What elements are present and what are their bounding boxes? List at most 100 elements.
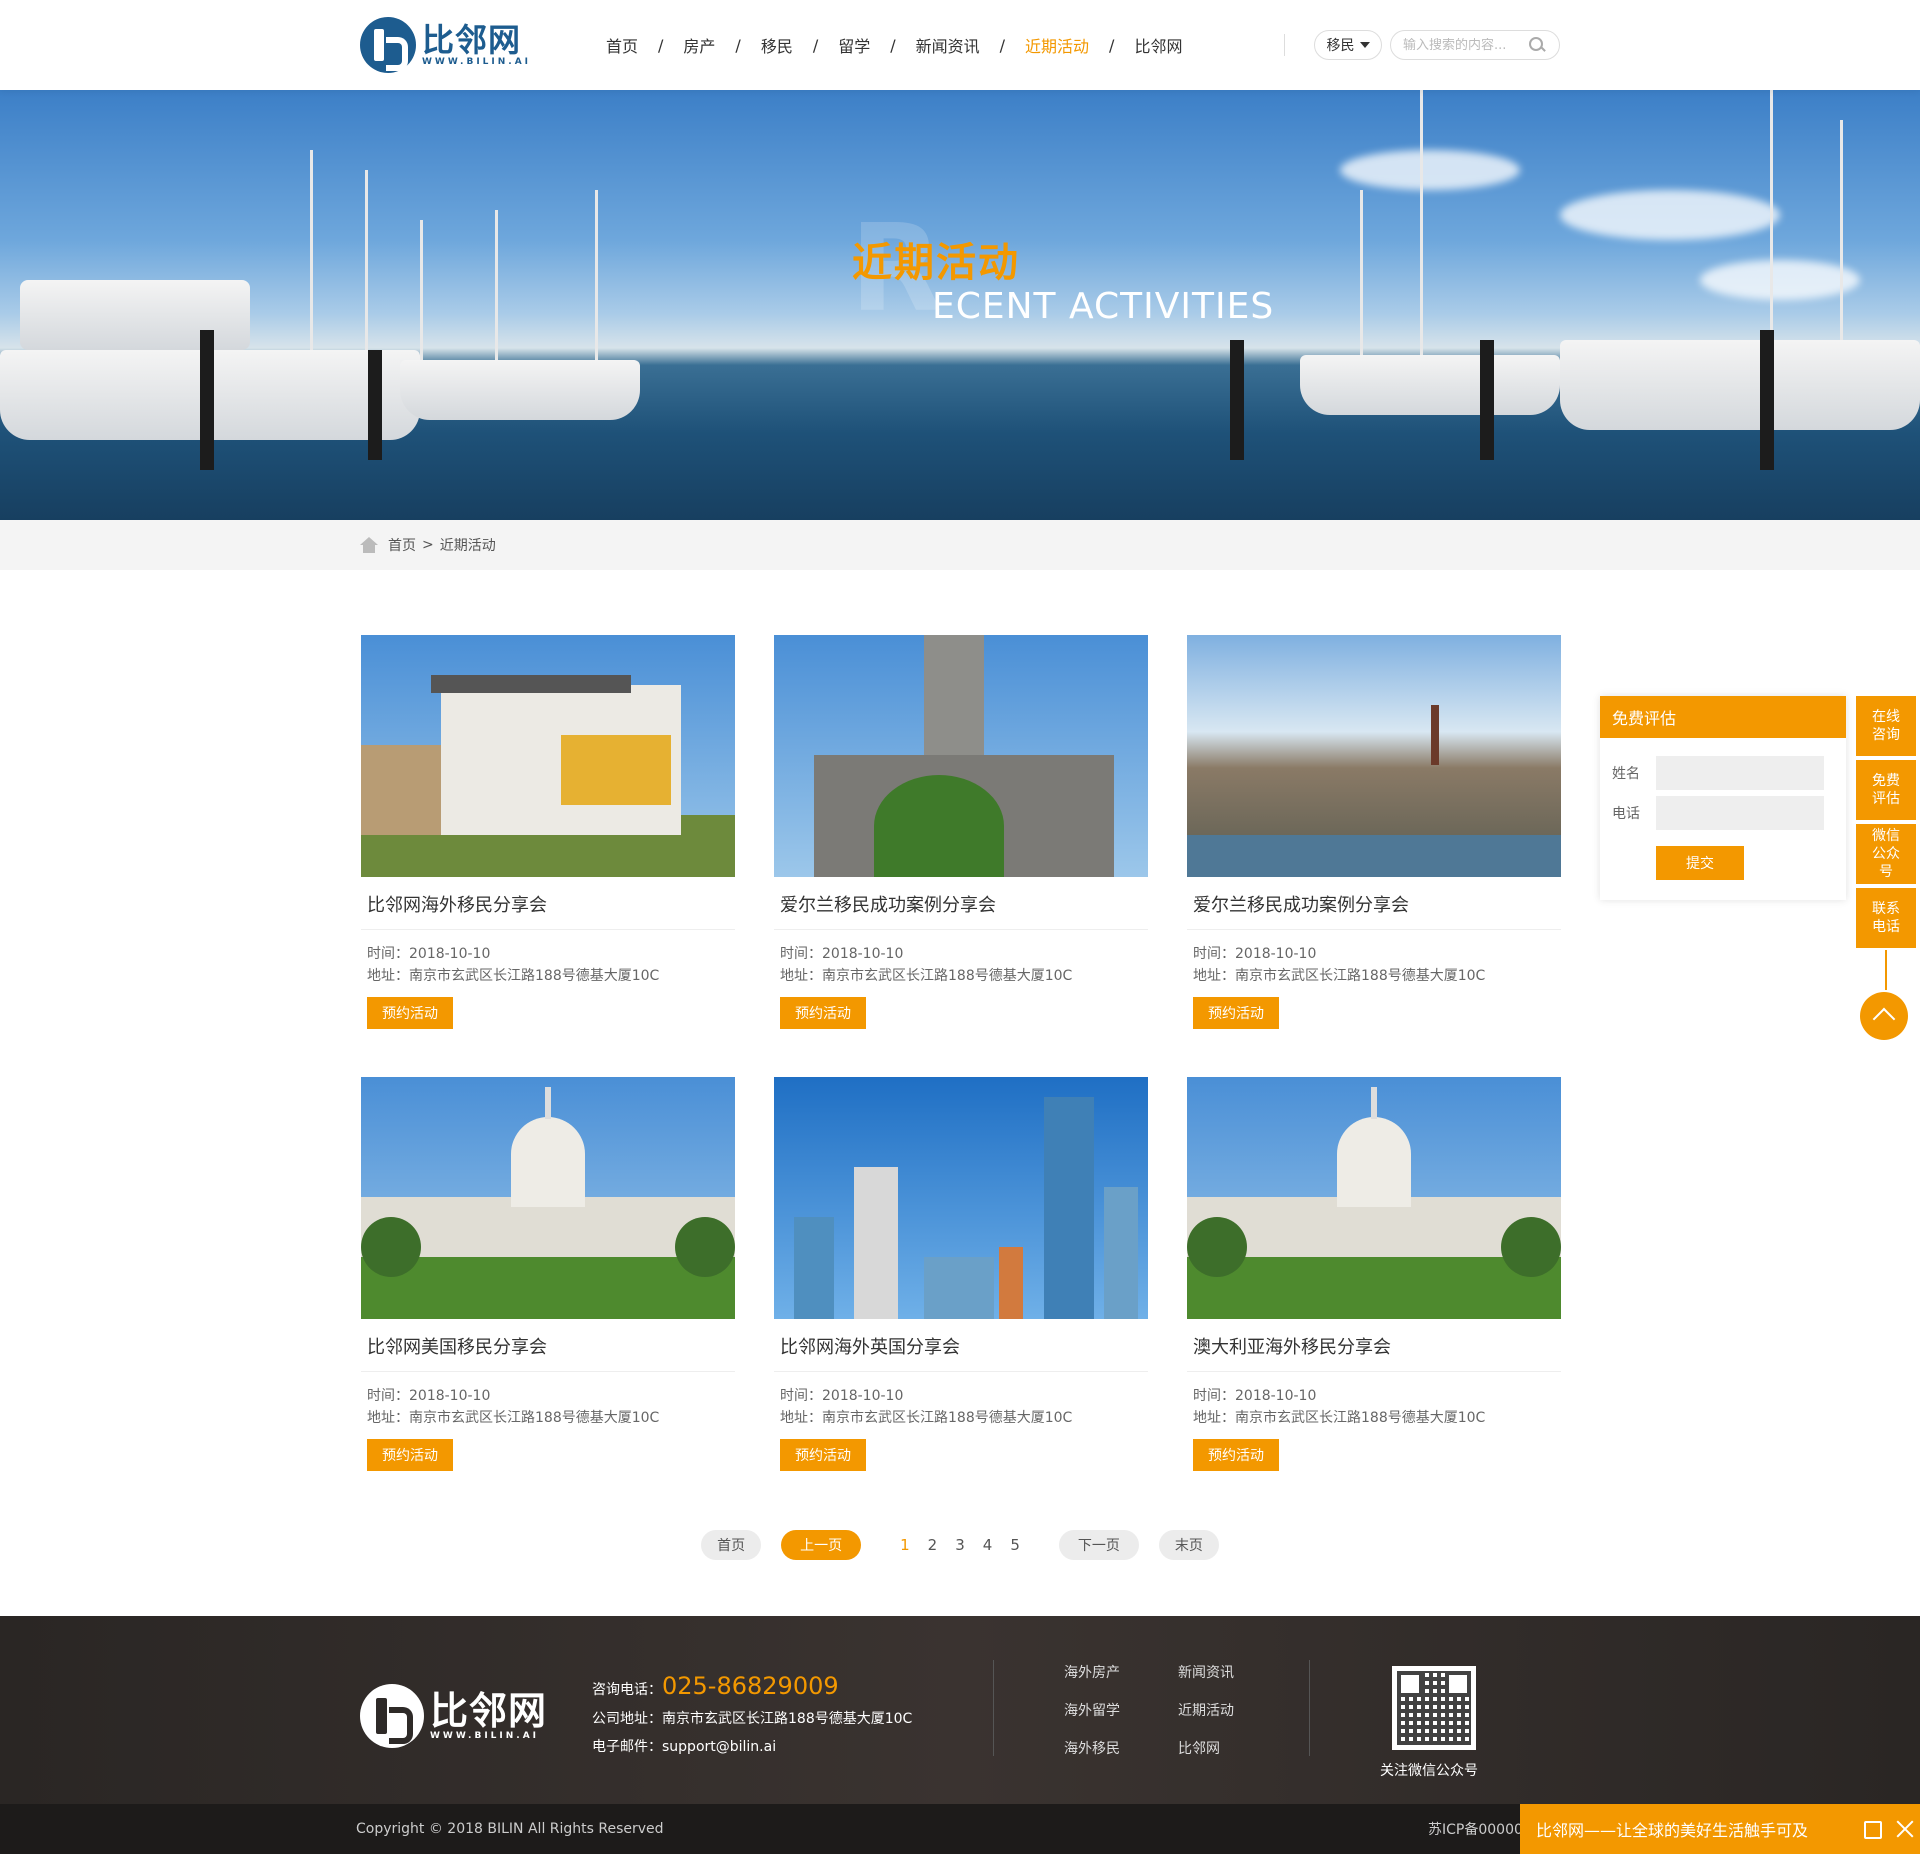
pagination-page-1[interactable]: 1 [900,1536,910,1554]
close-icon[interactable] [1894,1818,1916,1840]
event-title[interactable]: 比邻网海外英国分享会 [780,1333,960,1359]
pagination-page-3[interactable]: 3 [955,1536,965,1554]
nav-separator: / [1109,35,1115,55]
footer-link-4[interactable]: 海外移民 [1064,1738,1178,1758]
event-time: 时间：2018-10-10 [1193,1388,1317,1404]
footer-link-2[interactable]: 海外留学 [1064,1700,1178,1720]
event-title[interactable]: 比邻网美国移民分享会 [367,1333,547,1359]
nav-item-3[interactable]: 留学 [822,33,886,57]
event-card[interactable]: 比邻网海外移民分享会 时间：2018-10-10 地址：南京市玄武区长江路188号德… [361,635,735,1045]
nav-item-0[interactable]: 首页 [590,33,654,57]
book-event-button[interactable]: 预约活动 [367,1439,453,1471]
name-label: 姓名 [1612,766,1640,782]
footer-logo-url: WWW.BILIN.AI [430,1731,540,1741]
footer-phone-label: 咨询电话： [592,1682,662,1698]
event-image[interactable] [774,635,1148,877]
event-address: 地址：南京市玄武区长江路188号德基大厦10C [367,968,660,984]
breadcrumb-bar: 首页 > 近期活动 [0,520,1920,570]
breadcrumb-current: 近期活动 [439,538,496,554]
banner-title: 近期活动 [852,240,1020,286]
event-time: 时间：2018-10-10 [1193,946,1317,962]
breadcrumb: 首页 > 近期活动 [360,520,496,570]
nav-separator: / [658,35,664,55]
pagination-pages: 12345 [891,1536,1029,1554]
back-to-top-icon[interactable] [1860,992,1908,1040]
event-image[interactable] [361,635,735,877]
event-card[interactable]: 爱尔兰移民成功案例分享会时间：2018-10-10 地址：南京市玄武区长江路188… [1187,635,1561,1045]
footer-contact: 咨询电话：025-86829009 公司地址：南京市玄武区长江路188号德基大厦… [592,1672,912,1764]
event-card[interactable]: 比邻网海外英国分享会时间：2018-10-10 地址：南京市玄武区长江路188号德… [774,1077,1148,1487]
breadcrumb-home[interactable]: 首页 [388,535,416,555]
event-address: 地址：南京市玄武区长江路188号德基大厦10C [780,968,1073,984]
footer-link-0[interactable]: 海外房产 [1064,1662,1178,1682]
nav-item-5[interactable]: 近期活动 [1009,33,1105,57]
pagination-page-4[interactable]: 4 [983,1536,993,1554]
card-divider [1187,1371,1561,1372]
search-icon[interactable] [1529,37,1545,53]
pagination-next[interactable]: 下一页 [1058,1530,1139,1560]
event-image[interactable] [1187,1077,1561,1319]
qr-caption: 关注微信公众号 [1380,1763,1478,1779]
logo-url: WWW.BILIN.AI [422,57,532,67]
icp-number: 苏ICP备00000 [1428,1822,1520,1838]
side-connector [1885,950,1887,990]
nav-item-6[interactable]: 比邻网 [1118,33,1198,57]
event-title[interactable]: 比邻网海外移民分享会 [367,891,547,917]
event-title[interactable]: 爱尔兰移民成功案例分享会 [780,891,996,917]
pagination-first[interactable]: 首页 [701,1530,762,1560]
side-tab-1[interactable]: 免费评估 [1856,760,1916,820]
event-title[interactable]: 澳大利亚海外移民分享会 [1193,1333,1391,1359]
site-header: 比邻网 WWW.BILIN.AI 首页 / 房产 / 移民 / 留学 / 新闻资讯 / 近期活动 / 比… [0,0,1920,90]
eval-submit-button[interactable]: 提交 [1656,846,1744,880]
phone-field[interactable] [1656,796,1824,830]
event-card[interactable]: 澳大利亚海外移民分享会 时间：2018-10-10 地址：南京市玄武区长江路188号… [1187,1077,1561,1487]
pagination: 首页 上一页 12345 下一页 末页 [0,1528,1920,1562]
event-image[interactable] [774,1077,1148,1319]
pagination-last[interactable]: 末页 [1158,1530,1219,1560]
nav-item-1[interactable]: 房产 [667,33,731,57]
nav-separator: / [890,35,896,55]
card-divider [774,1371,1148,1372]
book-event-button[interactable]: 预约活动 [367,997,453,1029]
footer-logo-icon [360,1684,424,1748]
book-event-button[interactable]: 预约活动 [780,1439,866,1471]
footer-logo[interactable]: 比邻网 WWW.BILIN.AI [360,1684,547,1748]
event-image[interactable] [361,1077,735,1319]
nav-divider [1284,34,1285,56]
phone-label: 电话 [1612,806,1640,822]
event-address: 地址：南京市玄武区长江路188号德基大厦10C [1193,968,1486,984]
pagination-prev[interactable]: 上一页 [781,1530,862,1560]
site-logo[interactable]: 比邻网 WWW.BILIN.AI [360,16,528,74]
nav-item-4[interactable]: 新闻资讯 [900,33,996,57]
pagination-page-5[interactable]: 5 [1010,1536,1020,1554]
qr-code-icon [1397,1671,1471,1745]
side-tab-0[interactable]: 在线咨询 [1856,696,1916,756]
event-card[interactable]: 爱尔兰移民成功案例分享会 时间：2018-10-10 地址：南京市玄武区长江路188… [774,635,1148,1045]
copyright-text: Copyright © 2018 BILIN All Rights Reserv… [356,1821,664,1837]
side-tab-3[interactable]: 联系电话 [1856,888,1916,948]
event-address: 地址：南京市玄武区长江路188号德基大厦10C [780,1410,1073,1426]
footer-link-1[interactable]: 新闻资讯 [1178,1662,1258,1682]
book-event-button[interactable]: 预约活动 [780,997,866,1029]
search-category-select[interactable]: 移民 [1314,30,1382,60]
name-field[interactable] [1656,756,1824,790]
event-image[interactable] [1187,635,1561,877]
search-box [1390,30,1560,60]
footer-link-3[interactable]: 近期活动 [1178,1700,1258,1720]
event-time: 时间：2018-10-10 [780,1388,904,1404]
wechat-qr-code [1392,1666,1476,1750]
caret-down-icon [1359,42,1370,48]
footer-link-5[interactable]: 比邻网 [1178,1738,1258,1758]
side-toolbar: 在线咨询 免费评估 微信公众号 联系电话 [1856,696,1916,952]
pagination-page-2[interactable]: 2 [928,1536,938,1554]
search-input[interactable] [1403,37,1523,53]
card-divider [774,929,1148,930]
nav-item-2[interactable]: 移民 [745,33,809,57]
expand-icon[interactable] [1864,1821,1882,1839]
event-card[interactable]: 比邻网美国移民分享会 时间：2018-10-10 地址：南京市玄武区长江路188号德… [361,1077,735,1487]
event-time: 时间：2018-10-10 [367,1388,491,1404]
side-tab-2[interactable]: 微信公众号 [1856,824,1916,884]
book-event-button[interactable]: 预约活动 [1193,1439,1279,1471]
event-title[interactable]: 爱尔兰移民成功案例分享会 [1193,891,1409,917]
book-event-button[interactable]: 预约活动 [1193,997,1279,1029]
